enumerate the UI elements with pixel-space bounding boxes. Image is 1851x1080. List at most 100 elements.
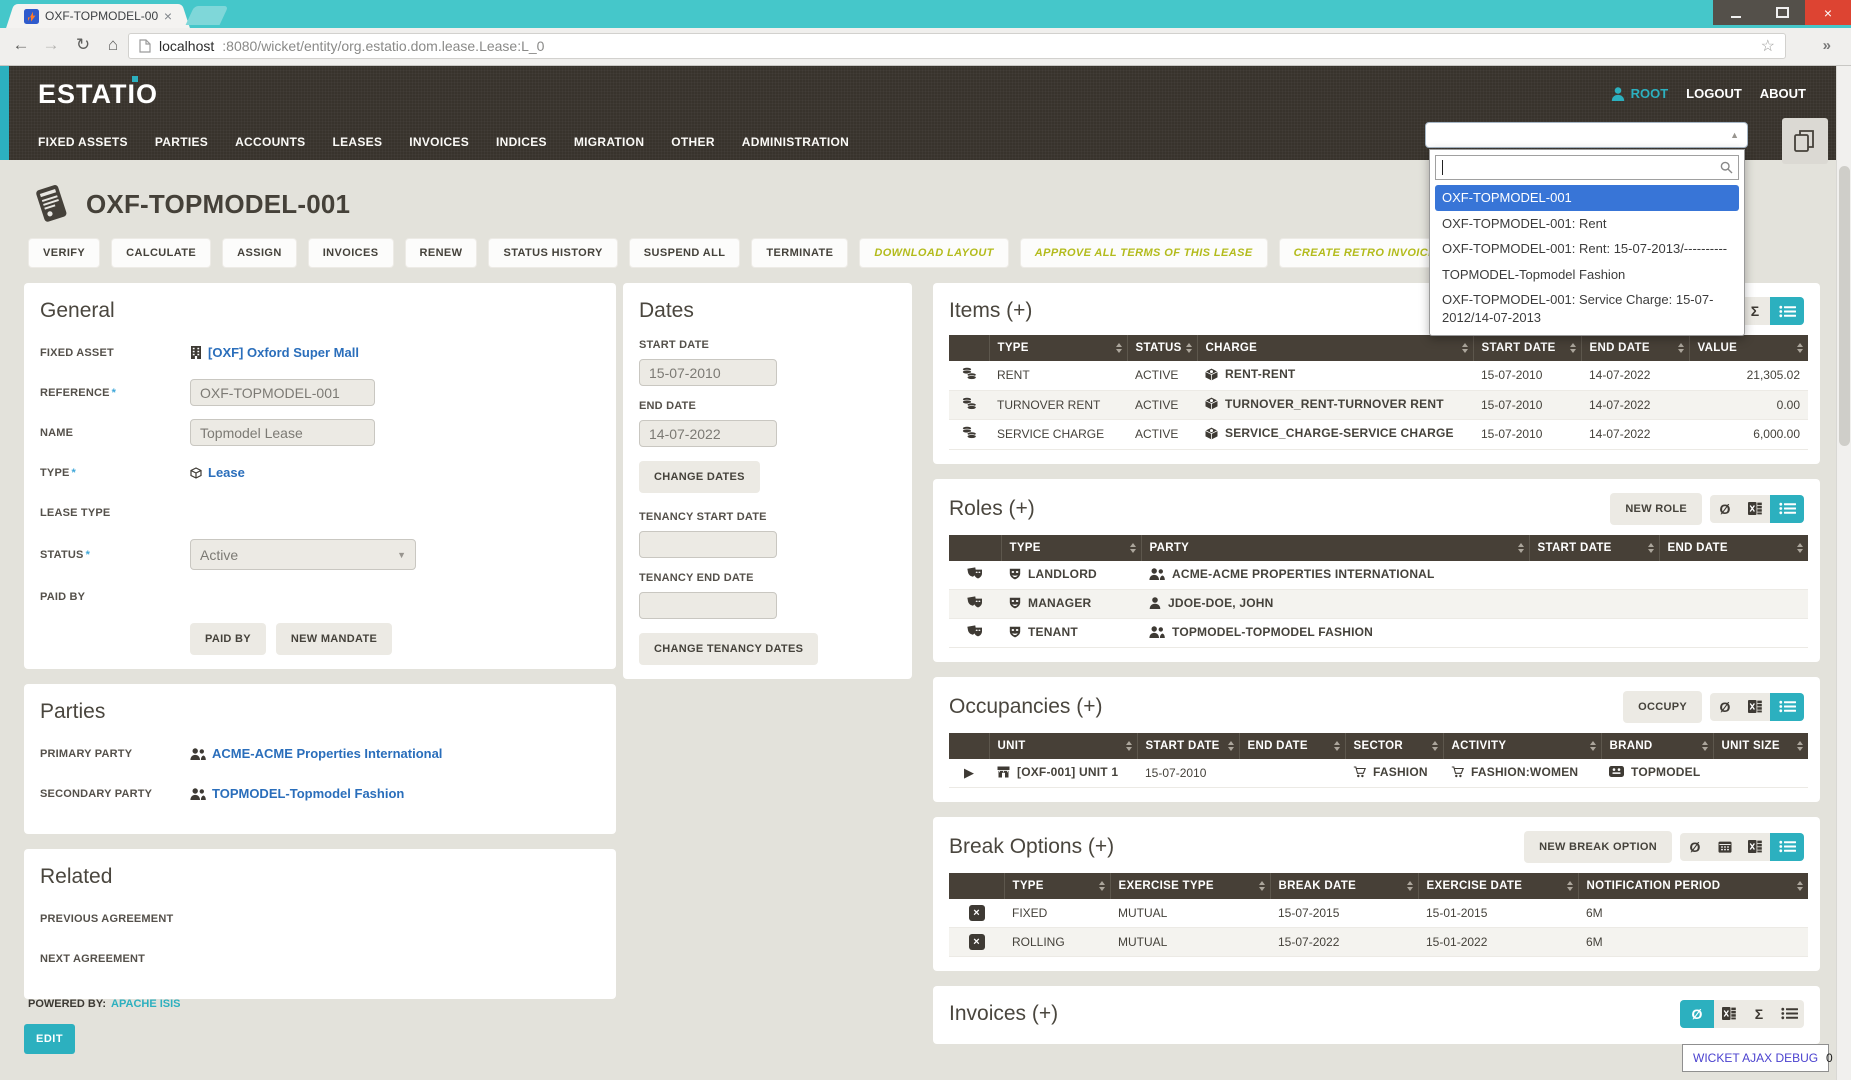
copy-pages-button[interactable] — [1782, 118, 1828, 164]
nav-administration[interactable]: ADMINISTRATION — [742, 135, 849, 149]
nav-parties[interactable]: PARTIES — [155, 135, 208, 149]
start-date-input[interactable] — [639, 359, 777, 386]
verify-button[interactable]: VERIFY — [28, 238, 100, 268]
occ-col-activity[interactable]: ACTIVITY — [1443, 733, 1601, 759]
nav-invoices[interactable]: INVOICES — [409, 135, 469, 149]
eye-slash-icon[interactable]: Ø — [1680, 1000, 1714, 1028]
sort-icon[interactable] — [1099, 881, 1105, 891]
items-col-status[interactable]: STATUS — [1127, 335, 1197, 361]
renew-button[interactable]: RENEW — [405, 238, 478, 268]
secondary-party-link[interactable]: TOPMODEL-Topmodel Fashion — [190, 786, 404, 801]
new-tab-button[interactable] — [186, 6, 229, 25]
sort-icon[interactable] — [1462, 343, 1468, 353]
items-col-value[interactable]: VALUE — [1689, 335, 1808, 361]
new-role-button[interactable]: NEW ROLE — [1610, 493, 1702, 525]
window-minimize-button[interactable] — [1713, 0, 1759, 25]
nav-other[interactable]: OTHER — [671, 135, 715, 149]
sort-icon[interactable] — [1130, 543, 1136, 553]
change-tenancy-dates-button[interactable]: CHANGE TENANCY DATES — [639, 633, 818, 665]
sort-icon[interactable] — [1186, 343, 1192, 353]
items-row[interactable]: TURNOVER RENT ACTIVE TURNOVER_RENT-TURNO… — [949, 390, 1808, 420]
list-icon[interactable] — [1770, 833, 1804, 861]
nav-migration[interactable]: MIGRATION — [574, 135, 644, 149]
forward-button[interactable]: → — [38, 35, 64, 55]
nav-indices[interactable]: INDICES — [496, 135, 547, 149]
browser-tab[interactable]: OXF-TOPMODEL-001 × — [16, 4, 180, 28]
paid-by-button[interactable]: PAID BY — [190, 623, 266, 655]
items-col-charge[interactable]: CHARGE — [1197, 335, 1473, 361]
excel-icon[interactable] — [1740, 693, 1770, 721]
break-col-exercise-type[interactable]: EXERCISE TYPE — [1110, 873, 1270, 899]
roles-title[interactable]: Roles (+) — [949, 497, 1610, 521]
scrollbar-thumb[interactable] — [1839, 166, 1850, 446]
download-layout-button[interactable]: DOWNLOAD LAYOUT — [859, 238, 1008, 268]
invoices-button[interactable]: INVOICES — [308, 238, 394, 268]
excel-icon[interactable] — [1714, 1000, 1744, 1028]
terminate-button[interactable]: TERMINATE — [751, 238, 848, 268]
bookmark-star-icon[interactable]: ☆ — [1761, 36, 1775, 56]
sort-icon[interactable] — [1116, 343, 1122, 353]
nav-accounts[interactable]: ACCOUNTS — [235, 135, 305, 149]
dropdown-option[interactable]: TOPMODEL-Topmodel Fashion — [1435, 262, 1739, 288]
reference-input[interactable] — [190, 379, 375, 406]
dropdown-option[interactable]: OXF-TOPMODEL-001 — [1435, 185, 1739, 211]
type-link[interactable]: Lease — [190, 465, 245, 480]
toolbar-overflow-icon[interactable]: » — [1823, 37, 1831, 54]
occ-col-start-date[interactable]: START DATE — [1137, 733, 1239, 759]
logout-link[interactable]: LOGOUT — [1686, 86, 1742, 101]
apache-isis-link[interactable]: APACHE ISIS — [111, 998, 180, 1010]
sort-icon[interactable] — [1702, 741, 1708, 751]
roles-row[interactable]: MANAGER JDOE-DOE, JOHN — [949, 589, 1808, 618]
occ-col-sector[interactable]: SECTOR — [1345, 733, 1443, 759]
list-icon[interactable] — [1770, 693, 1804, 721]
user-menu[interactable]: ROOT — [1611, 86, 1669, 101]
break-col-notification-period[interactable]: NOTIFICATION PERIOD — [1578, 873, 1808, 899]
break-options-row[interactable]: × ROLLING MUTUAL 15-07-2022 15-01-2022 6… — [949, 927, 1808, 956]
break-options-title[interactable]: Break Options (+) — [949, 835, 1524, 859]
sort-icon[interactable] — [1228, 741, 1234, 751]
break-col-exercise-date[interactable]: EXERCISE DATE — [1418, 873, 1578, 899]
sort-icon[interactable] — [1518, 543, 1524, 553]
sort-icon[interactable] — [1797, 881, 1803, 891]
occ-col-end-date[interactable]: END DATE — [1239, 733, 1345, 759]
occ-col-brand[interactable]: BRAND — [1601, 733, 1713, 759]
nav-fixed-assets[interactable]: FIXED ASSETS — [38, 135, 128, 149]
nav-leases[interactable]: LEASES — [332, 135, 382, 149]
invoices-title[interactable]: Invoices (+) — [949, 1002, 1680, 1026]
assign-button[interactable]: ASSIGN — [222, 238, 297, 268]
occ-col-unit-size[interactable]: UNIT SIZE — [1713, 733, 1808, 759]
sort-icon[interactable] — [1797, 343, 1803, 353]
fixed-asset-link[interactable]: [OXF] Oxford Super Mall — [190, 345, 359, 360]
roles-col-start-date[interactable]: START DATE — [1529, 535, 1659, 561]
entity-select-box[interactable]: ▲ — [1425, 122, 1748, 148]
sort-icon[interactable] — [1570, 343, 1576, 353]
items-col-start-date[interactable]: START DATE — [1473, 335, 1581, 361]
break-options-row[interactable]: × FIXED MUTUAL 15-07-2015 15-01-2015 6M — [949, 899, 1808, 928]
list-icon[interactable] — [1770, 297, 1804, 325]
calendar-icon[interactable] — [1710, 833, 1740, 861]
change-dates-button[interactable]: CHANGE DATES — [639, 461, 760, 493]
items-row[interactable]: RENT ACTIVE RENT-RENT 15-07-2010 14-07-2… — [949, 361, 1808, 390]
sort-icon[interactable] — [1648, 543, 1654, 553]
url-bar[interactable]: localhost :8080/wicket/entity/org.estati… — [128, 33, 1786, 59]
status-history-button[interactable]: STATUS HISTORY — [488, 238, 617, 268]
tenancy-start-input[interactable] — [639, 531, 777, 558]
sum-icon[interactable]: Σ — [1744, 1000, 1774, 1028]
eye-slash-icon[interactable]: Ø — [1680, 833, 1710, 861]
items-col-type[interactable]: TYPE — [989, 335, 1127, 361]
window-close-button[interactable]: × — [1805, 0, 1851, 25]
estatio-logo[interactable]: ESTATIO — [38, 78, 158, 110]
items-row[interactable]: SERVICE CHARGE ACTIVE SERVICE_CHARGE-SER… — [949, 420, 1808, 450]
break-col-break-date[interactable]: BREAK DATE — [1270, 873, 1418, 899]
excel-icon[interactable] — [1740, 495, 1770, 523]
status-select[interactable]: Active ▼ — [190, 539, 416, 570]
items-col-end-date[interactable]: END DATE — [1581, 335, 1689, 361]
name-input[interactable] — [190, 419, 375, 446]
list-icon[interactable] — [1770, 495, 1804, 523]
window-maximize-button[interactable] — [1759, 0, 1805, 25]
edit-button[interactable]: EDIT — [24, 1024, 75, 1054]
occupy-button[interactable]: OCCUPY — [1623, 691, 1702, 723]
tab-close-icon[interactable]: × — [164, 9, 172, 23]
dropdown-option[interactable]: OXF-TOPMODEL-001: Rent: 15-07-2013/-----… — [1435, 236, 1739, 262]
sort-icon[interactable] — [1797, 543, 1803, 553]
